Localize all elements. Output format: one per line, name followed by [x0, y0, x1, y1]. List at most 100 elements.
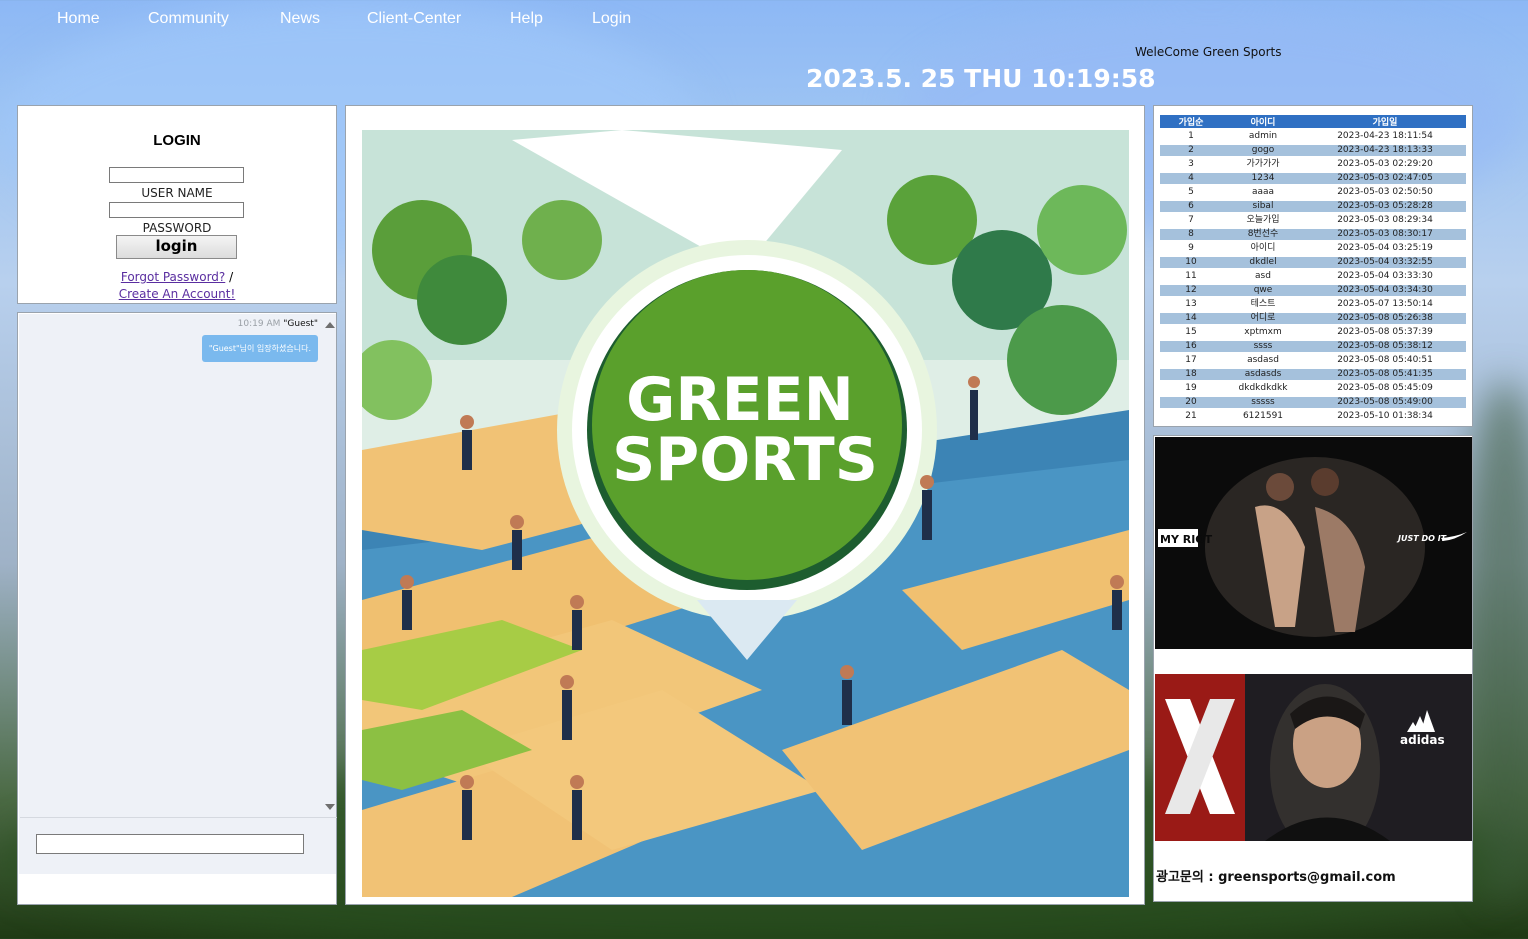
ad2-brand: adidas	[1400, 733, 1445, 747]
adidas-ad-banner[interactable]: adidas	[1155, 674, 1472, 841]
welcome-text: WeleCome Green Sports	[1135, 45, 1282, 59]
table-cell: 2023-05-04 03:25:19	[1337, 243, 1433, 253]
nav-login[interactable]: Login	[592, 10, 631, 28]
nav-news[interactable]: News	[280, 10, 320, 28]
table-cell: asdasd	[1247, 355, 1279, 365]
chat-panel: 10:19 AM "Guest" "Guest"님이 입장하셨습니다.	[17, 312, 337, 905]
table-row: 15 xptmxm 2023-05-08 05:37:39	[1160, 327, 1466, 338]
table-cell: 2023-05-08 05:26:38	[1304, 313, 1466, 324]
green-sports-illustration: GREEN SPORTS	[362, 130, 1129, 897]
table-cell: 13	[1185, 299, 1197, 309]
top-nav: Home Community News Client-Center Help L…	[0, 0, 1528, 42]
table-cell: 12	[1160, 285, 1222, 296]
chat-sender: "Guest"	[283, 319, 318, 329]
table-row: 1 admin 2023-04-23 18:11:54	[1160, 131, 1466, 142]
forgot-password-link[interactable]: Forgot Password?	[121, 270, 225, 284]
table-cell: dkdkdkdkk	[1238, 383, 1288, 393]
table-cell: 10	[1160, 257, 1222, 268]
table-cell: ssss	[1222, 341, 1304, 352]
table-cell: 어디로	[1222, 313, 1304, 324]
chat-bubble: "Guest"님이 입장하셨습니다.	[201, 335, 318, 362]
nike-ad-banner[interactable]: MY RIOT JUST DO IT	[1155, 437, 1472, 649]
table-cell: 16	[1160, 341, 1222, 352]
login-panel: LOGIN USER NAME PASSWORD login Forgot Pa…	[17, 105, 337, 304]
table-row: 13 테스트 2023-05-07 13:50:14	[1160, 299, 1466, 310]
table-cell: 1234	[1222, 173, 1304, 184]
table-cell: aaaa	[1251, 187, 1275, 197]
table-row: 4 1234 2023-05-03 02:47:05	[1160, 173, 1466, 184]
table-cell: 8	[1160, 229, 1222, 240]
nav-client-center[interactable]: Client-Center	[367, 10, 461, 28]
nav-help[interactable]: Help	[510, 10, 543, 28]
chat-divider	[20, 817, 337, 818]
table-cell: 2023-05-08 05:38:12	[1304, 341, 1466, 352]
scroll-up-icon[interactable]	[325, 322, 335, 328]
table-header: 가입순	[1160, 115, 1222, 128]
table-cell: 21	[1185, 411, 1197, 421]
table-cell: 8번선수	[1222, 229, 1304, 240]
table-cell: 2023-05-08 05:40:51	[1337, 355, 1433, 365]
table-cell: dkdlel	[1222, 257, 1304, 268]
ad1-slogan: JUST DO IT	[1396, 534, 1447, 543]
table-row: 20 sssss 2023-05-08 05:49:00	[1160, 397, 1466, 408]
members-panel: 가입순 아이디 가입일 1 admin 2023-04-23 18:11:54 2g…	[1153, 105, 1473, 427]
table-cell: sibal	[1222, 201, 1304, 212]
chat-scrollbar[interactable]	[323, 316, 337, 816]
table-cell: 5	[1188, 187, 1194, 197]
table-cell: 2023-05-03 02:47:05	[1304, 173, 1466, 184]
table-cell: sssss	[1222, 397, 1304, 408]
table-row: 17 asdasd 2023-05-08 05:40:51	[1160, 355, 1466, 366]
table-row: 6 sibal 2023-05-03 05:28:28	[1160, 201, 1466, 212]
table-cell: 2023-05-08 05:45:09	[1337, 383, 1433, 393]
nav-home[interactable]: Home	[57, 10, 100, 28]
login-button[interactable]: login	[116, 235, 237, 259]
chat-input[interactable]	[36, 834, 304, 854]
create-row: Create An Account!	[18, 287, 336, 301]
table-cell: 2	[1160, 145, 1222, 156]
table-cell: 6121591	[1242, 411, 1284, 421]
clock: 2023.5. 25 THU 10:19:58	[806, 64, 1156, 93]
password-input[interactable]	[109, 202, 244, 218]
forgot-row: Forgot Password? /	[18, 270, 336, 284]
table-cell: 2023-05-04 03:32:55	[1304, 257, 1466, 268]
nav-community[interactable]: Community	[148, 10, 229, 28]
chat-messages: 10:19 AM "Guest" "Guest"님이 입장하셨습니다.	[19, 314, 337, 874]
password-label: PASSWORD	[142, 221, 212, 235]
table-cell: qwe	[1222, 285, 1304, 296]
table-cell: 2023-04-23 18:11:54	[1337, 131, 1433, 141]
hero-title-line2: SPORTS	[612, 425, 878, 495]
scroll-down-icon[interactable]	[325, 804, 335, 810]
table-row: 7 오늘가입 2023-05-03 08:29:34	[1160, 215, 1466, 226]
chat-meta: 10:19 AM "Guest"	[238, 319, 318, 329]
members-table: 가입순 아이디 가입일 1 admin 2023-04-23 18:11:54 2g…	[1160, 112, 1466, 425]
table-cell: 6	[1160, 201, 1222, 212]
table-row: 21 6121591 2023-05-10 01:38:34	[1160, 411, 1466, 422]
table-cell: 15	[1185, 327, 1197, 337]
table-cell: 18	[1160, 369, 1222, 380]
table-cell: 2023-05-03 08:30:17	[1304, 229, 1466, 240]
username-input[interactable]	[109, 167, 244, 183]
table-cell: 오늘가입	[1246, 215, 1280, 225]
table-cell: 2023-05-04 03:33:30	[1337, 271, 1433, 281]
hero-illustration: GREEN SPORTS	[362, 130, 1129, 897]
table-cell: 19	[1185, 383, 1197, 393]
table-cell: asdasds	[1222, 369, 1304, 380]
table-cell: 2023-05-03 08:29:34	[1337, 215, 1433, 225]
link-separator: /	[229, 270, 234, 284]
table-header: 가입일	[1304, 115, 1466, 128]
table-cell: 4	[1160, 173, 1222, 184]
table-cell: 2023-05-03 02:50:50	[1337, 187, 1433, 197]
create-account-link[interactable]: Create An Account!	[119, 287, 236, 301]
hero-panel: GREEN SPORTS	[345, 105, 1145, 905]
table-cell: 7	[1188, 215, 1194, 225]
table-cell: xptmxm	[1244, 327, 1282, 337]
table-row: 5 aaaa 2023-05-03 02:50:50	[1160, 187, 1466, 198]
table-cell: 1	[1188, 131, 1194, 141]
table-cell: 2023-05-08 05:41:35	[1304, 369, 1466, 380]
table-cell: 2023-05-03 02:29:20	[1337, 159, 1433, 169]
table-cell: 2023-04-23 18:13:33	[1304, 145, 1466, 156]
ads-panel: MY RIOT JUST DO IT adidas 광고문의 : greensp…	[1153, 435, 1473, 902]
ad1-brand: MY RIOT	[1160, 533, 1213, 546]
table-cell: 17	[1185, 355, 1197, 365]
table-cell: 아이디	[1250, 243, 1276, 253]
